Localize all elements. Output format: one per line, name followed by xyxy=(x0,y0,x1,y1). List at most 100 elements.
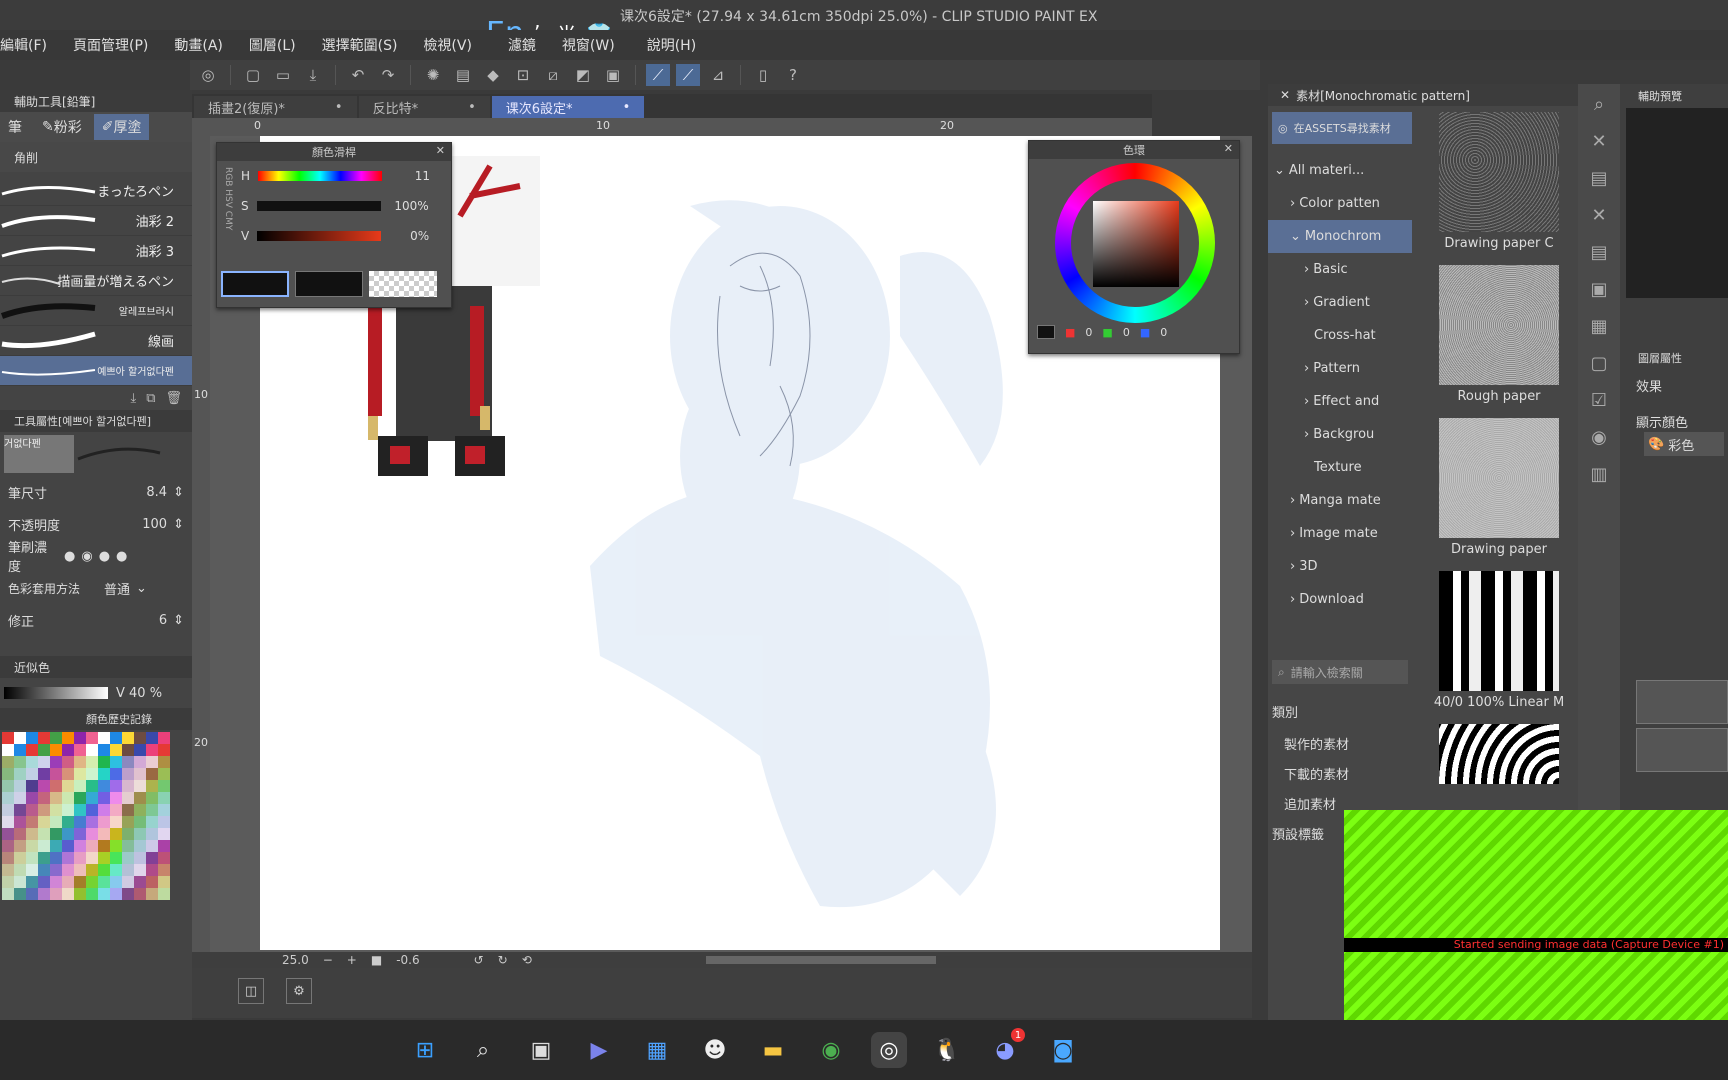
menu-animation[interactable]: 動畫(A) xyxy=(174,35,223,55)
current-color-swatch[interactable] xyxy=(1037,325,1055,339)
palette-swatch[interactable] xyxy=(50,792,62,804)
palette-swatch[interactable] xyxy=(110,780,122,792)
palette-swatch[interactable] xyxy=(134,816,146,828)
palette-swatch[interactable] xyxy=(98,780,110,792)
prop-value[interactable]: 普通 xyxy=(104,579,130,598)
palette-swatch[interactable] xyxy=(2,876,14,888)
menu-selection[interactable]: 選擇範圍(S) xyxy=(322,35,398,55)
palette-swatch[interactable] xyxy=(62,804,74,816)
main-color-swatch[interactable] xyxy=(221,271,289,297)
palette-swatch[interactable] xyxy=(2,852,14,864)
palette-swatch[interactable] xyxy=(98,744,110,756)
palette-swatch[interactable] xyxy=(122,828,134,840)
store-icon[interactable]: ▦ xyxy=(639,1032,675,1068)
reset-rotate-icon[interactable]: ⟲ xyxy=(522,953,532,967)
palette-swatch[interactable] xyxy=(2,768,14,780)
panel-icon[interactable]: ▣ xyxy=(1590,279,1607,300)
palette-swatch[interactable] xyxy=(86,804,98,816)
palette-swatch[interactable] xyxy=(14,756,26,768)
palette-swatch[interactable] xyxy=(134,840,146,852)
palette-swatch[interactable] xyxy=(146,840,158,852)
panel-icon[interactable]: ▥ xyxy=(1590,464,1607,485)
layer-row[interactable] xyxy=(1636,728,1728,772)
brush-item[interactable]: まったろペン xyxy=(0,176,192,206)
palette-swatch[interactable] xyxy=(26,804,38,816)
palette-swatch[interactable] xyxy=(98,816,110,828)
dot-icon[interactable]: • xyxy=(623,100,631,115)
stepper-icon[interactable]: ⇕ xyxy=(173,485,184,500)
palette-swatch[interactable] xyxy=(134,744,146,756)
palette-swatch[interactable] xyxy=(50,852,62,864)
companion-mode-icon[interactable]: ▯ xyxy=(751,64,775,86)
tab-doc-2[interactable]: 反比特* • xyxy=(358,96,490,118)
close-icon[interactable]: ✕ xyxy=(1591,131,1606,152)
palette-swatch[interactable] xyxy=(158,864,170,876)
palette-swatch[interactable] xyxy=(14,744,26,756)
palette-swatch[interactable] xyxy=(38,840,50,852)
palette-swatch[interactable] xyxy=(110,888,122,900)
palette-swatch[interactable] xyxy=(86,744,98,756)
palette-swatch[interactable] xyxy=(134,876,146,888)
snap-ruler-icon[interactable]: ⟋ xyxy=(646,64,670,86)
palette-swatch[interactable] xyxy=(14,804,26,816)
subtab-pastel[interactable]: ✎ 粉彩 xyxy=(34,114,90,140)
palette-swatch[interactable] xyxy=(14,852,26,864)
app-icon[interactable]: ◙ xyxy=(1045,1032,1081,1068)
palette-swatch[interactable] xyxy=(62,888,74,900)
palette-swatch[interactable] xyxy=(74,852,86,864)
palette-swatch[interactable] xyxy=(158,732,170,744)
palette-swatch[interactable] xyxy=(122,876,134,888)
palette-swatch[interactable] xyxy=(14,780,26,792)
palette-swatch[interactable] xyxy=(26,732,38,744)
rotate-left-icon[interactable]: ↺ xyxy=(474,953,484,967)
palette-swatch[interactable] xyxy=(38,852,50,864)
thumb-drawing-paper-c[interactable] xyxy=(1439,112,1559,232)
palette-swatch[interactable] xyxy=(158,816,170,828)
palette-swatch[interactable] xyxy=(50,768,62,780)
palette-swatch[interactable] xyxy=(2,756,14,768)
saturation-row[interactable]: S 100% xyxy=(241,199,429,213)
blend-row[interactable]: 色彩套用方法 普通 ⌄ xyxy=(0,572,192,604)
palette-swatch[interactable] xyxy=(14,888,26,900)
fit-icon[interactable]: ■ xyxy=(371,953,382,967)
palette-swatch[interactable] xyxy=(74,744,86,756)
palette-swatch[interactable] xyxy=(122,888,134,900)
brush-item[interactable]: 油彩 2 xyxy=(0,206,192,236)
menu-window[interactable]: 視窗(W) xyxy=(562,35,615,55)
chevron-right-icon[interactable]: › xyxy=(1304,427,1309,442)
assets-search-button[interactable]: ◎ 在ASSETS尋找素材 xyxy=(1272,112,1412,144)
prop-value[interactable]: 8.4 xyxy=(146,485,167,500)
palette-swatch[interactable] xyxy=(50,744,62,756)
palette-swatch[interactable] xyxy=(62,864,74,876)
chevron-down-icon[interactable]: ⌄ xyxy=(1274,163,1285,178)
palette-swatch[interactable] xyxy=(26,744,38,756)
hue-row[interactable]: H 11 xyxy=(241,169,430,183)
color-palette[interactable] xyxy=(0,730,192,902)
tree-item[interactable]: Texture xyxy=(1268,451,1412,484)
redo-icon[interactable]: ↷ xyxy=(376,64,400,86)
palette-swatch[interactable] xyxy=(50,816,62,828)
palette-swatch[interactable] xyxy=(134,732,146,744)
clear-icon[interactable]: ✺ xyxy=(421,64,445,86)
palette-swatch[interactable] xyxy=(146,876,158,888)
save-icon[interactable]: ⤓ xyxy=(301,64,325,86)
palette-swatch[interactable] xyxy=(122,816,134,828)
palette-swatch[interactable] xyxy=(74,756,86,768)
chevron-right-icon[interactable]: › xyxy=(1290,196,1295,211)
palette-swatch[interactable] xyxy=(50,864,62,876)
palette-swatch[interactable] xyxy=(50,732,62,744)
value-slider[interactable] xyxy=(257,231,382,241)
palette-swatch[interactable] xyxy=(2,804,14,816)
palette-swatch[interactable] xyxy=(146,756,158,768)
palette-swatch[interactable] xyxy=(146,732,158,744)
angle-value[interactable]: -0.6 xyxy=(396,953,419,967)
palette-swatch[interactable] xyxy=(50,828,62,840)
brush-item[interactable]: 線画 xyxy=(0,326,192,356)
tree-item[interactable]: › Gradient xyxy=(1268,286,1412,319)
palette-swatch[interactable] xyxy=(62,780,74,792)
palette-swatch[interactable] xyxy=(98,876,110,888)
palette-swatch[interactable] xyxy=(2,780,14,792)
palette-swatch[interactable] xyxy=(98,840,110,852)
help-icon[interactable]: ? xyxy=(781,64,805,86)
sub-color-swatch[interactable] xyxy=(295,271,363,297)
